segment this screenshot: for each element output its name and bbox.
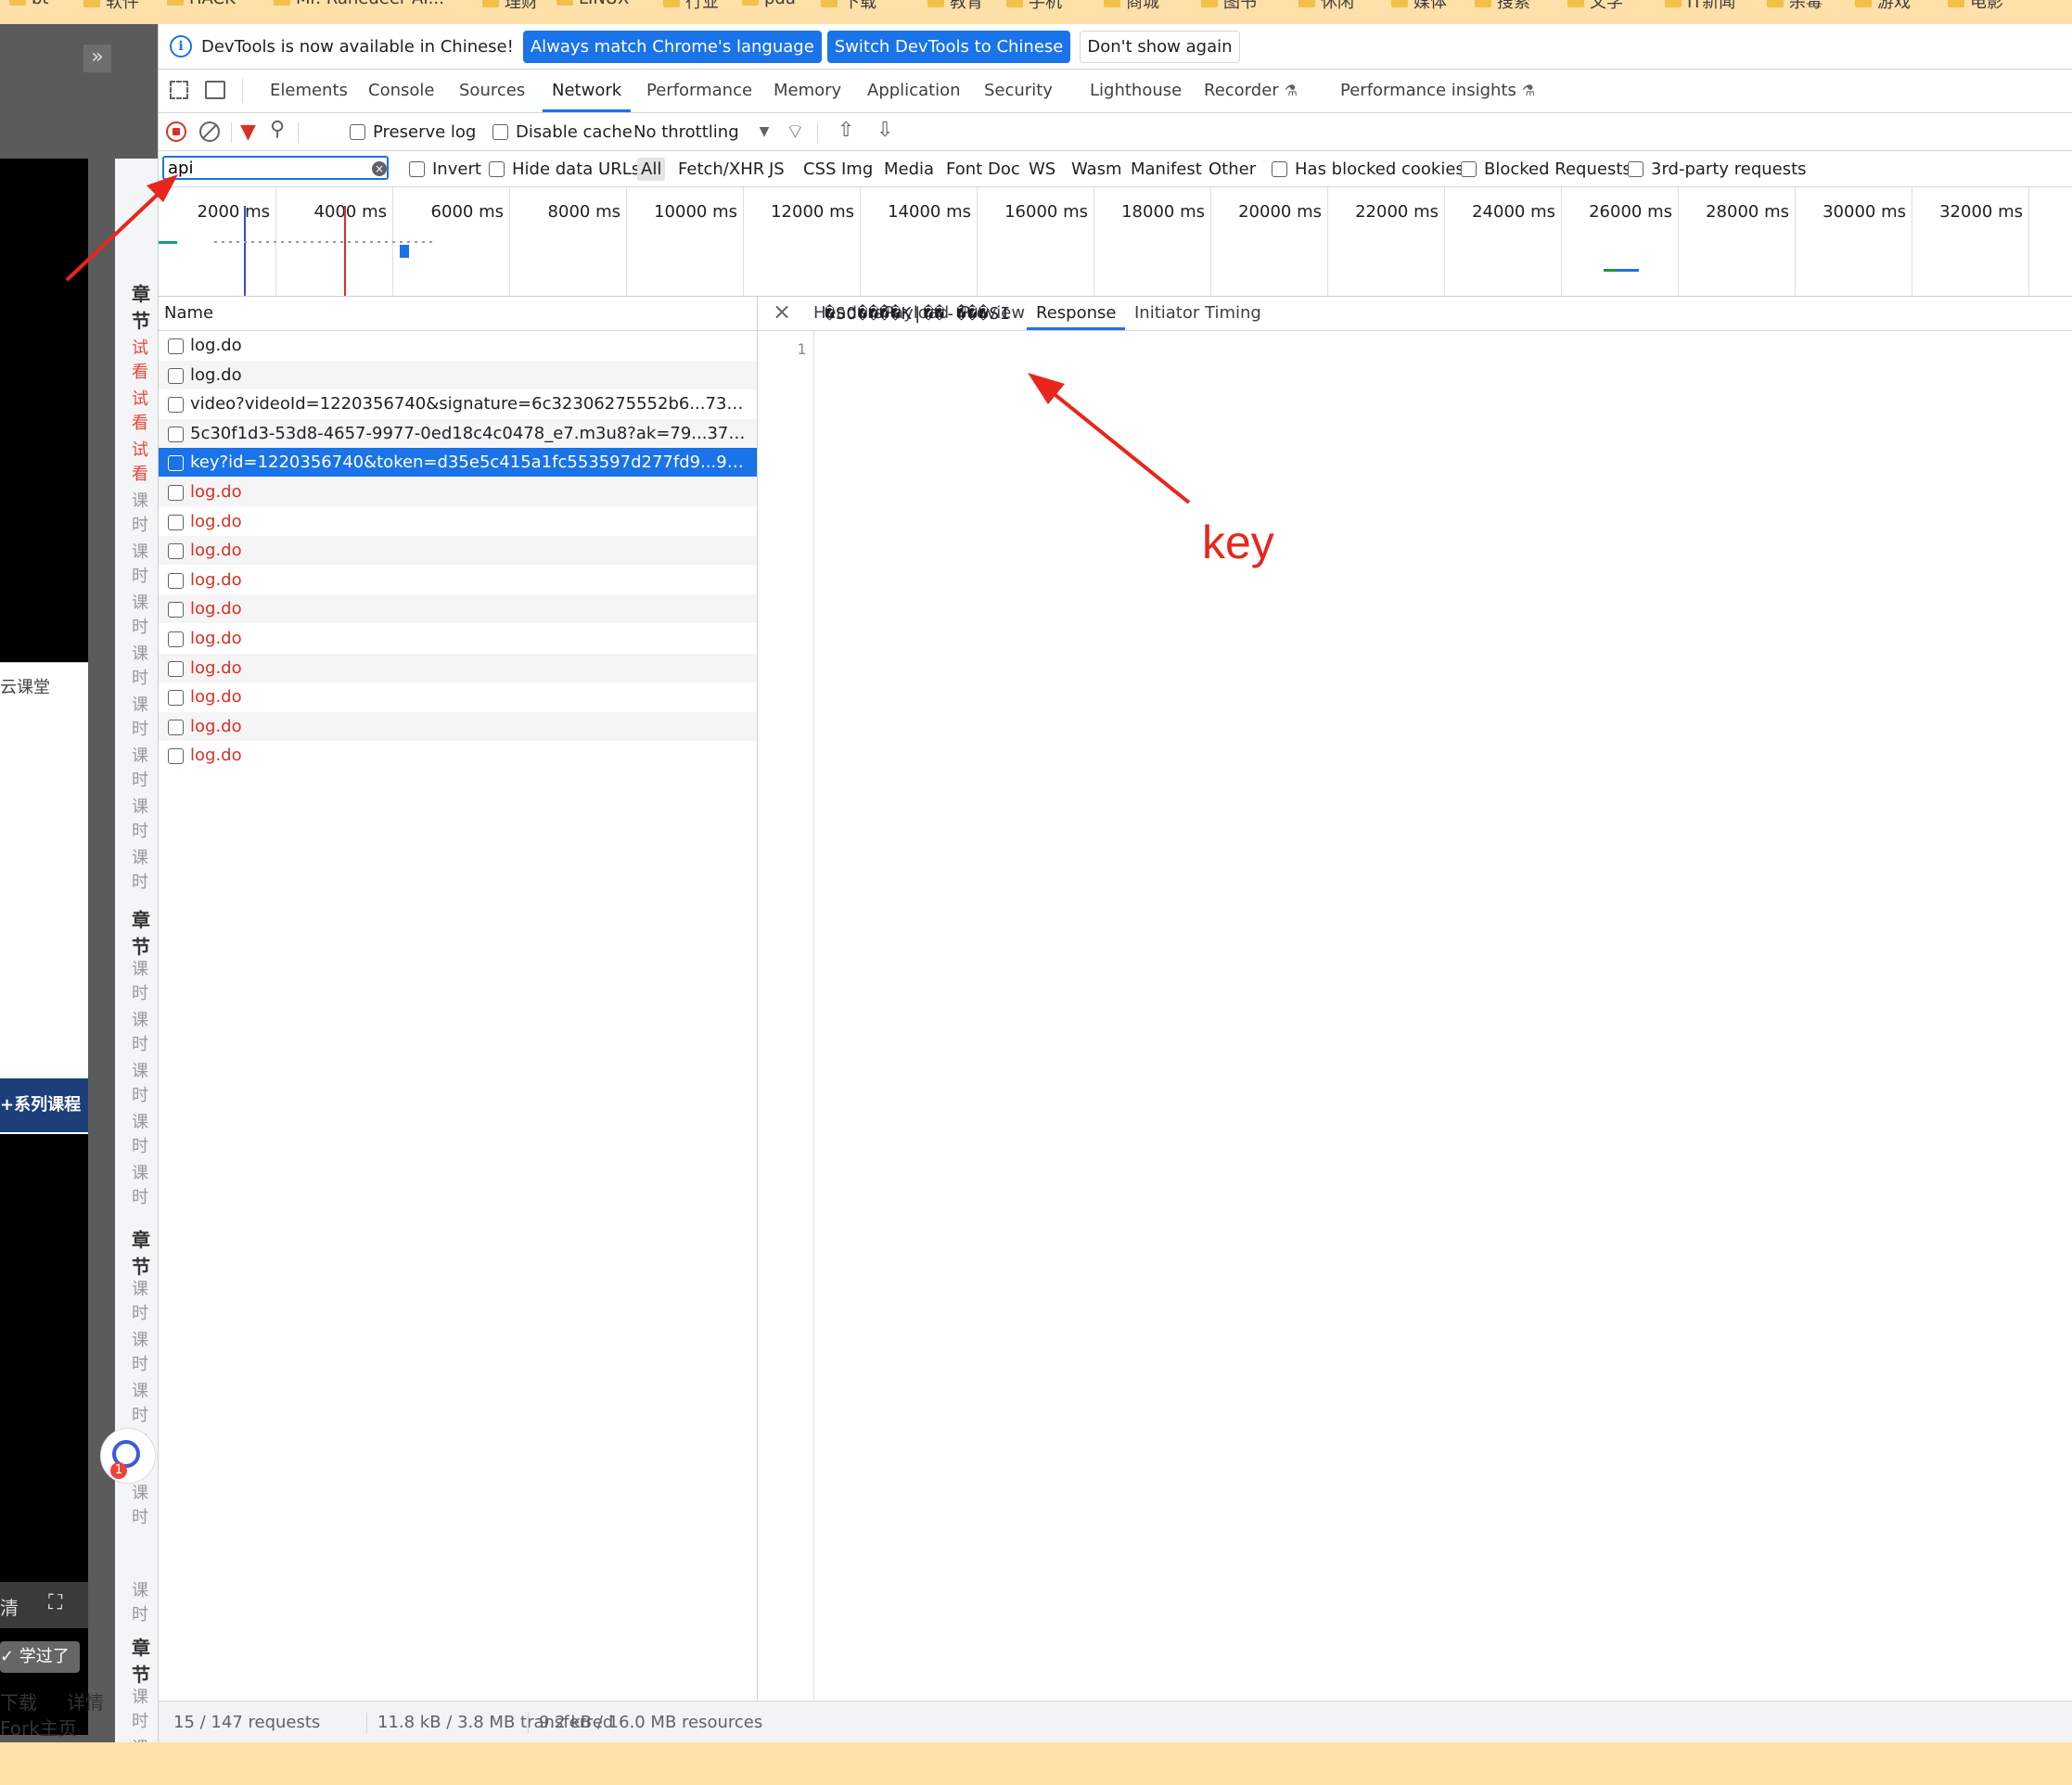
annotation-arrow-filter	[65, 174, 178, 282]
annotation-key-label: key	[1202, 516, 1274, 568]
annotation-layer	[65, 174, 1191, 504]
annotation-arrow-key	[1028, 373, 1191, 504]
window-bottom-band	[0, 1742, 2072, 1785]
